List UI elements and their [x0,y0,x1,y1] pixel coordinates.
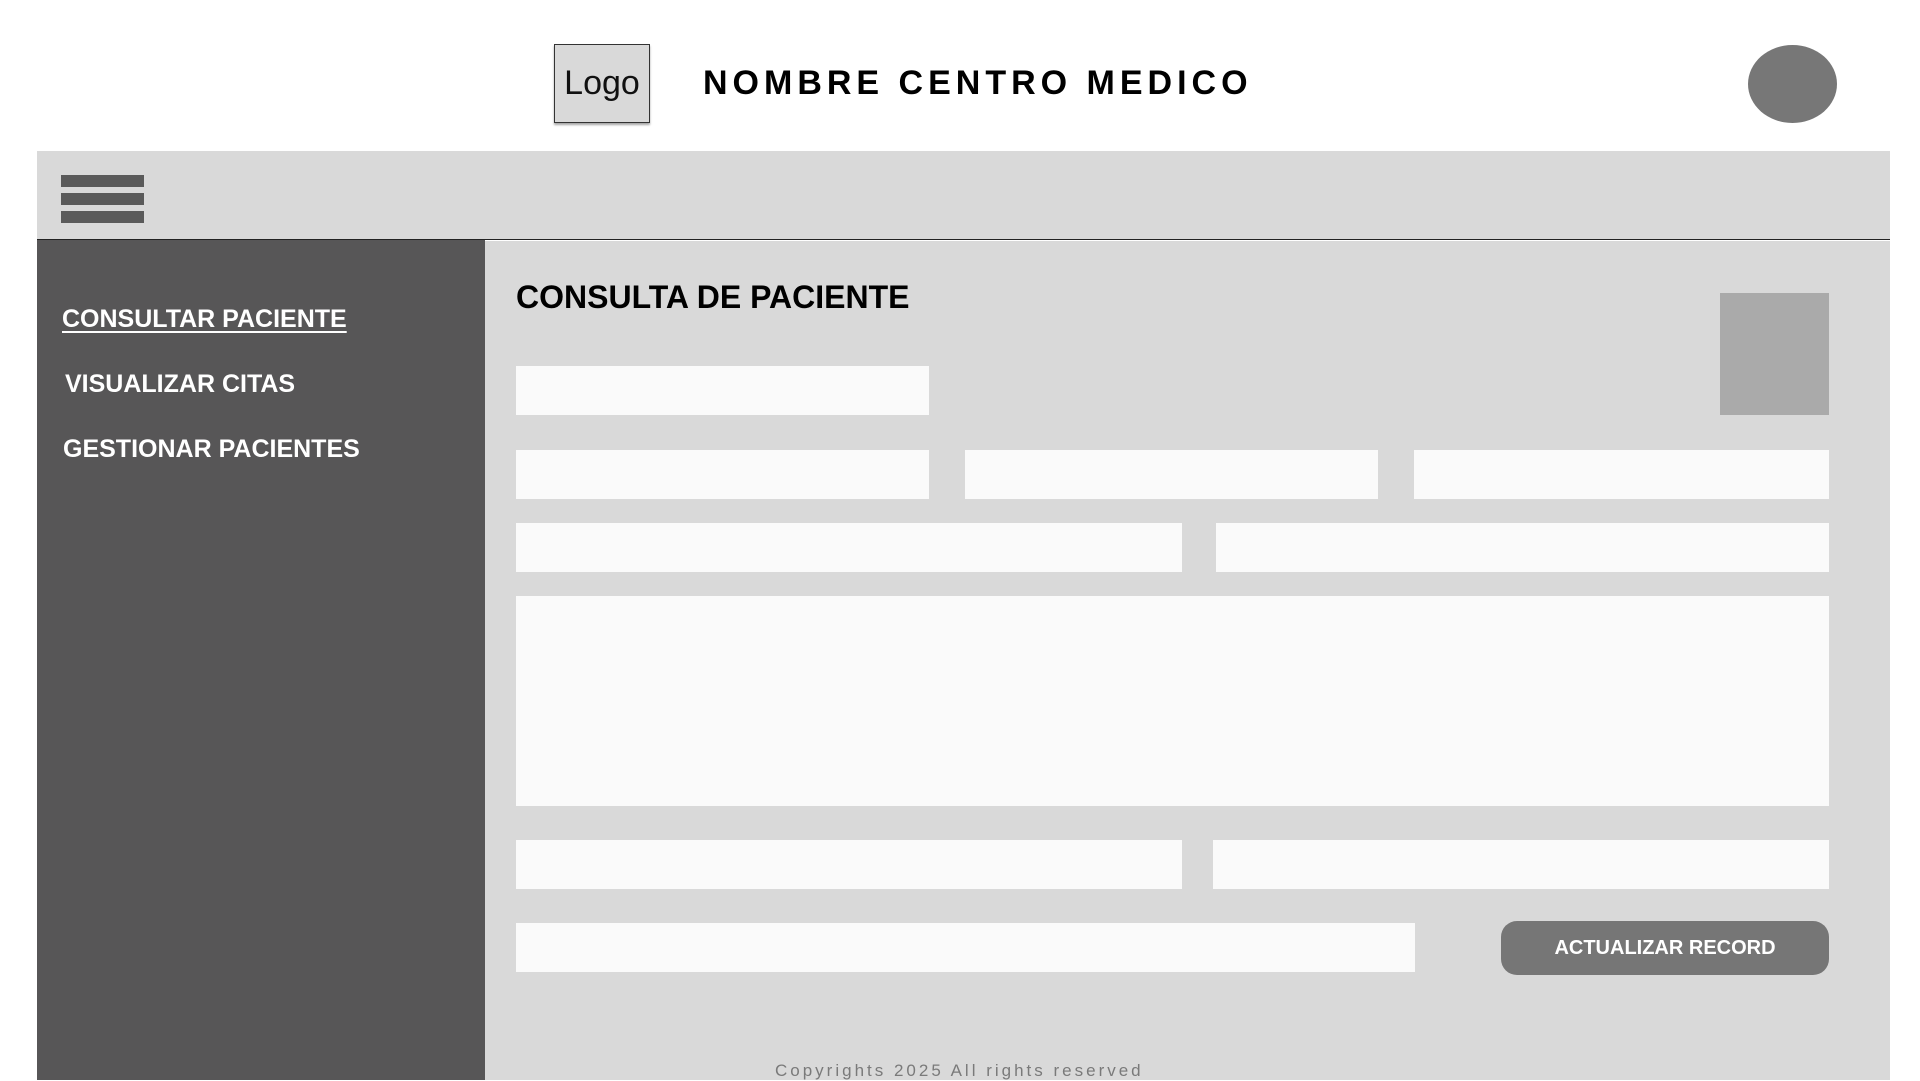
update-record-button[interactable]: ACTUALIZAR RECORD [1501,921,1829,975]
patient-field-7[interactable] [516,840,1182,889]
patient-photo [1720,293,1829,415]
hamburger-line [61,211,144,223]
page-title: CONSULTA DE PACIENTE [516,279,910,315]
main-panel: CONSULTA DE PACIENTE ACTUALIZAR RECORD [485,241,1890,1080]
patient-field-4[interactable] [516,523,1182,572]
patient-search-field[interactable] [516,366,929,415]
hamburger-line [61,175,144,187]
user-avatar[interactable] [1748,45,1837,123]
patient-field-1[interactable] [516,450,929,499]
patient-field-3[interactable] [1414,450,1829,499]
center-name: NOMBRE CENTRO MEDICO [703,64,1253,102]
patient-notes-textarea[interactable] [516,596,1829,806]
patient-field-5[interactable] [1216,523,1829,572]
sidebar: CONSULTAR PACIENTE VISUALIZAR CITAS GEST… [37,240,485,1080]
logo[interactable]: Logo [554,44,650,123]
patient-field-2[interactable] [965,450,1378,499]
patient-field-8[interactable] [1213,840,1829,889]
hamburger-menu-icon[interactable] [61,175,144,223]
top-bar [37,151,1890,240]
sidebar-item-gestionar-pacientes[interactable]: GESTIONAR PACIENTES [63,435,360,464]
hamburger-line [61,193,144,205]
patient-field-9[interactable] [516,923,1415,972]
sidebar-item-visualizar-citas[interactable]: VISUALIZAR CITAS [65,370,295,399]
app-header: Logo NOMBRE CENTRO MEDICO [0,0,1920,150]
sidebar-item-consultar-paciente[interactable]: CONSULTAR PACIENTE [62,305,347,334]
footer-copyright: Copyrights 2025 All rights reserved [775,1061,1144,1080]
